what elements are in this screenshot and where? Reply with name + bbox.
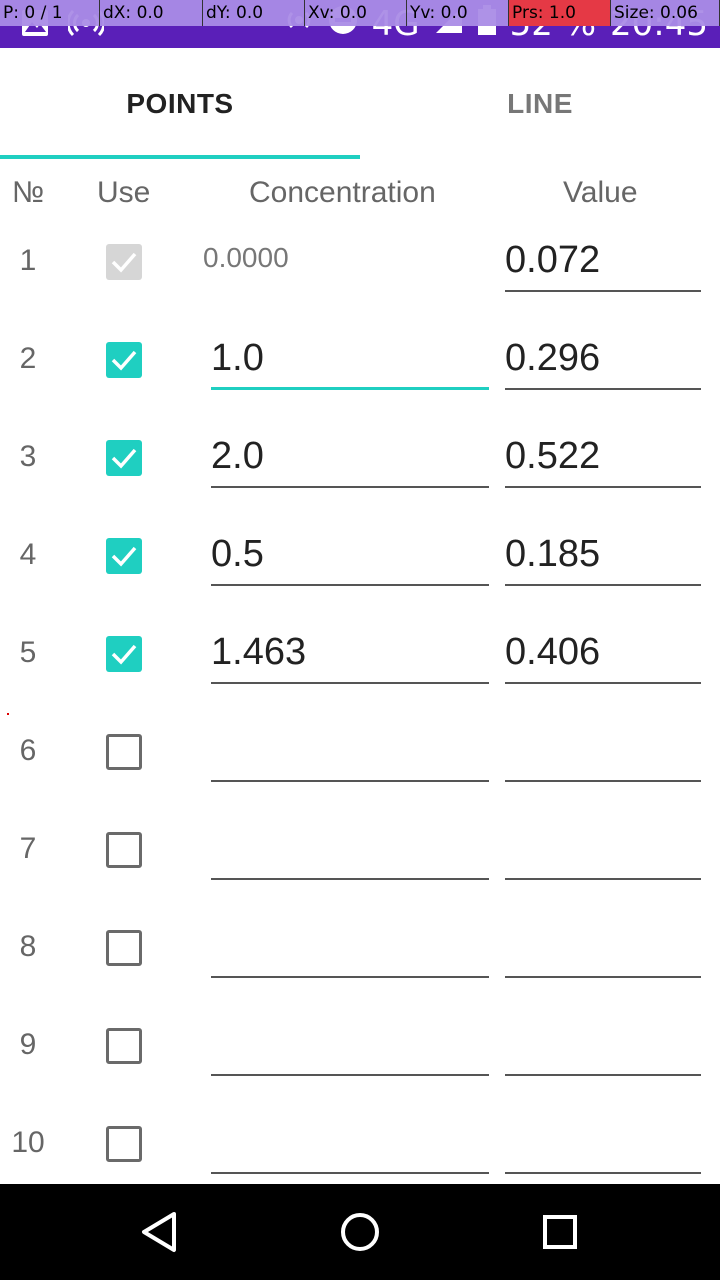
use-checkbox[interactable] [106, 832, 142, 868]
header-use: Use [97, 176, 151, 209]
header-concentration: Concentration [249, 176, 436, 209]
debug-pressure: Prs: 1.0 [509, 0, 611, 26]
header-number: № [12, 176, 45, 209]
use-checkbox[interactable] [106, 636, 142, 672]
row-number: 1 [19, 244, 37, 277]
recents-icon[interactable] [536, 1208, 584, 1256]
pointer-debug-overlay: P: 0 / 1 dX: 0.0 dY: 0.0 Xv: 0.0 Yv: 0.0… [0, 0, 720, 26]
checkmark-icon [111, 644, 137, 665]
row-number: 5 [19, 636, 37, 669]
use-checkbox[interactable] [106, 734, 142, 770]
concentration-input[interactable] [211, 1016, 489, 1076]
value-input[interactable]: 0.072 [505, 232, 701, 292]
concentration-input[interactable]: 2.0 [211, 428, 489, 488]
checkmark-icon [111, 546, 137, 567]
value-input[interactable]: 0.185 [505, 526, 701, 586]
table-row: 10 [0, 1096, 720, 1194]
touch-trace-dot [7, 713, 9, 715]
tab-indicator [0, 155, 360, 159]
value-input[interactable] [505, 820, 701, 880]
checkmark-icon [111, 448, 137, 469]
table-row: 1 0.0000 0.072 [0, 214, 720, 312]
status-bar: 4G 52 % 20:45 P: 0 / 1 dX: 0.0 dY: 0.0 X… [0, 0, 720, 48]
system-nav-bar [0, 1184, 720, 1280]
concentration-input[interactable] [211, 722, 489, 782]
tab-line[interactable]: LINE [360, 48, 720, 160]
use-checkbox[interactable] [106, 342, 142, 378]
value-input[interactable] [505, 1114, 701, 1174]
table-row: 5 1.463 0.406 [0, 606, 720, 704]
header-value: Value [563, 176, 638, 209]
use-checkbox[interactable] [106, 930, 142, 966]
value-input[interactable] [505, 918, 701, 978]
table-row: 7 [0, 802, 720, 900]
row-number: 9 [19, 1028, 37, 1061]
tab-bar: POINTS LINE [0, 48, 720, 160]
checkmark-icon [111, 252, 137, 273]
debug-xv: Xv: 0.0 [305, 0, 407, 26]
use-checkbox[interactable] [106, 440, 142, 476]
concentration-input[interactable]: 1.0 [211, 330, 489, 390]
use-checkbox[interactable] [106, 538, 142, 574]
row-number: 2 [19, 342, 37, 375]
table-row: 2 1.0 0.296 [0, 312, 720, 410]
value-input[interactable]: 0.406 [505, 624, 701, 684]
concentration-input[interactable]: 0.5 [211, 526, 489, 586]
checkmark-icon [111, 350, 137, 371]
value-input[interactable]: 0.522 [505, 428, 701, 488]
table-row: 6 [0, 704, 720, 802]
value-input[interactable] [505, 1016, 701, 1076]
row-number: 3 [19, 440, 37, 473]
use-checkbox[interactable] [106, 1028, 142, 1064]
value-input[interactable] [505, 722, 701, 782]
concentration-input[interactable] [211, 918, 489, 978]
concentration-value: 0.0000 [203, 242, 289, 273]
back-icon[interactable] [136, 1208, 184, 1256]
table-row: 9 [0, 998, 720, 1096]
table-row: 8 [0, 900, 720, 998]
value-input[interactable]: 0.296 [505, 330, 701, 390]
table-row: 3 2.0 0.522 [0, 410, 720, 508]
concentration-input[interactable] [211, 820, 489, 880]
table-row: 4 0.5 0.185 [0, 508, 720, 606]
concentration-input[interactable]: 1.463 [211, 624, 489, 684]
row-number: 10 [11, 1126, 45, 1159]
use-checkbox[interactable] [106, 1126, 142, 1162]
use-checkbox[interactable] [106, 244, 142, 280]
debug-pointer-count: P: 0 / 1 [0, 0, 100, 26]
tab-points[interactable]: POINTS [0, 48, 360, 160]
concentration-input[interactable] [211, 1114, 489, 1174]
home-icon[interactable] [336, 1208, 384, 1256]
row-number: 6 [19, 734, 37, 767]
debug-dy: dY: 0.0 [203, 0, 305, 26]
row-number: 8 [19, 930, 37, 963]
debug-dx: dX: 0.0 [100, 0, 203, 26]
debug-size: Size: 0.06 [611, 0, 720, 26]
row-number: 7 [19, 832, 37, 865]
row-number: 4 [19, 538, 37, 571]
debug-yv: Yv: 0.0 [407, 0, 509, 26]
